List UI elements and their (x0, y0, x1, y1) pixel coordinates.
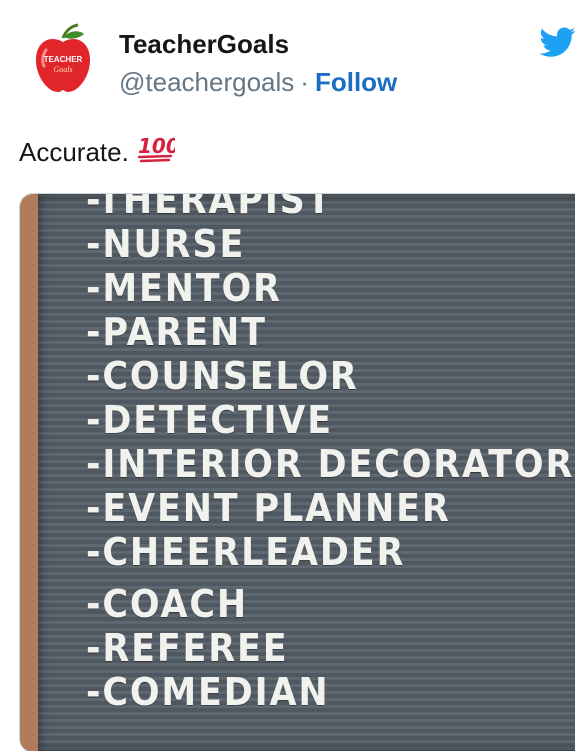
letter-board-lines: -THERAPIST -NURSE -MENTOR -PARENT -COUNS… (86, 193, 575, 714)
separator-dot: · (300, 67, 309, 97)
board-line: -COACH (86, 582, 248, 626)
board-line: -MENTOR (86, 266, 282, 310)
emoji-100-text: 100 (138, 134, 175, 158)
avatar-text-teacher: TEACHER (44, 55, 83, 64)
author-handle-row: @teachergoals · Follow (119, 67, 397, 98)
tweet-media[interactable]: -THERAPIST -NURSE -MENTOR -PARENT -COUNS… (19, 193, 575, 751)
board-line: -NURSE (86, 222, 246, 266)
board-line: -COMEDIAN (86, 670, 330, 714)
apple-logo-icon: TEACHER Goals (35, 23, 91, 92)
board-line: -COUNSELOR (86, 354, 359, 398)
board-line: -THERAPIST (86, 193, 333, 222)
tweet-text: Accurate. (19, 137, 129, 167)
board-line: -REFEREE (86, 626, 289, 670)
tweet-text-row: Accurate. 100 (19, 133, 175, 168)
board-line: -CHEERLEADER (86, 530, 406, 574)
board-line: -DETECTIVE (86, 398, 333, 442)
board-line: -EVENT PLANNER (86, 486, 451, 530)
letter-board: -THERAPIST -NURSE -MENTOR -PARENT -COUNS… (38, 194, 575, 751)
author-handle[interactable]: @teachergoals (119, 67, 294, 97)
board-line: -INTERIOR DECORATOR (86, 442, 575, 486)
hundred-points-icon: 100 (137, 134, 175, 163)
twitter-bird-icon[interactable] (538, 24, 575, 60)
author-avatar[interactable]: TEACHER Goals (22, 20, 104, 102)
author-name[interactable]: TeacherGoals (119, 29, 289, 60)
follow-button[interactable]: Follow (315, 67, 397, 97)
tweet-card: TEACHER Goals TeacherGoals @teachergoals… (0, 0, 575, 751)
avatar-text-goals: Goals (53, 65, 72, 74)
board-line: -PARENT (86, 310, 267, 354)
